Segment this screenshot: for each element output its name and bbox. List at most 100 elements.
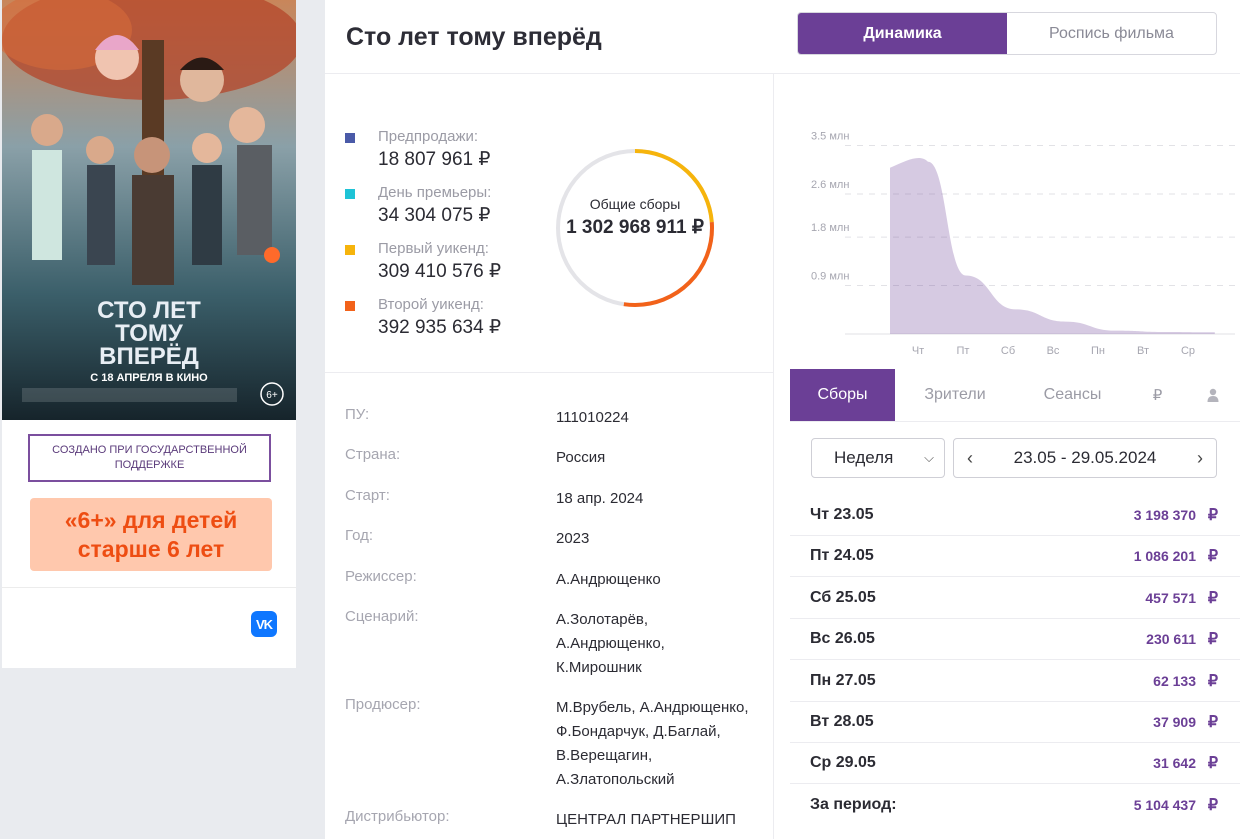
info-value: Россия [556, 449, 606, 466]
donut-center: Общие сборы 1 302 968 911 ₽ [555, 196, 715, 239]
x-tick-label: Вс [1047, 345, 1060, 357]
divider [773, 73, 774, 839]
row-amount: 37 909 [1153, 714, 1196, 730]
legend-swatch [345, 301, 355, 311]
metric-tabs: Сборы Зрители Сеансы ₽ [790, 369, 1240, 422]
legend-swatch [345, 189, 355, 199]
ruble-icon[interactable]: ₽ [1130, 369, 1185, 421]
poster-title-3: ВПЕРЁД [99, 343, 199, 370]
legend-label: Второй уикенд: [378, 296, 484, 313]
y-tick-label: 0.9 млн [811, 271, 849, 283]
legend-value: 309 410 576 ₽ [378, 261, 502, 282]
legend-value: 34 304 075 ₽ [378, 205, 491, 226]
row-amount: 230 611 [1146, 631, 1196, 647]
info-value: 2023 [556, 530, 590, 547]
person-icon[interactable] [1185, 369, 1240, 421]
info-key: Дистрибьютор: [345, 808, 450, 825]
x-tick-label: Ср [1181, 345, 1195, 357]
table-row: Пт 24.05 1 086 201 ₽ [790, 536, 1240, 577]
legend-label: Первый уикенд: [378, 240, 489, 257]
chevron-down-icon: ⌵ [924, 450, 934, 465]
movie-poster[interactable]: СТО ЛЕТ ТОМУ ВПЕРЁД С 18 АПРЕЛЯ В КИНО 6… [2, 0, 296, 420]
tab-sessions[interactable]: Сеансы [1015, 369, 1130, 421]
tab-revenue[interactable]: Сборы [790, 369, 895, 421]
row-day: За период: [810, 796, 897, 813]
row-currency: ₽ [1207, 631, 1218, 648]
legend-swatch [345, 133, 355, 143]
info-key: Режиссер: [345, 568, 417, 585]
main-panel: Сто лет тому вперёд Динамика Роспись фил… [325, 0, 1240, 839]
table-row: Вт 28.05 37 909 ₽ [790, 702, 1240, 743]
table-row: Ср 29.05 31 642 ₽ [790, 743, 1240, 784]
x-tick-label: Пн [1091, 345, 1105, 357]
row-currency: ₽ [1207, 673, 1218, 690]
tab-schedule[interactable]: Роспись фильма [1007, 13, 1216, 54]
period-select-value: Неделя [834, 448, 894, 467]
age-rating-badge: «6+» для детей старше 6 лет [30, 498, 272, 571]
row-amount: 457 571 [1145, 590, 1196, 606]
x-tick-label: Чт [912, 345, 924, 357]
info-value: А.Золотарёв, А.Андрющенко, К.Мирошник [556, 611, 665, 676]
total-label: Общие сборы [589, 196, 681, 212]
row-currency: ₽ [1207, 590, 1218, 607]
period-select[interactable]: Неделя ⌵ [811, 438, 945, 478]
row-day: Пн 27.05 [810, 672, 876, 689]
row-day: Пт 24.05 [810, 547, 874, 564]
row-day: Вт 28.05 [810, 713, 874, 730]
x-tick-label: Вт [1137, 345, 1149, 357]
legend-swatch [345, 245, 355, 255]
legend-value: 18 807 961 ₽ [378, 149, 491, 170]
row-currency: ₽ [1207, 755, 1218, 772]
chevron-right-icon[interactable]: › [1184, 439, 1216, 477]
info-key: Продюсер: [345, 696, 421, 713]
page-title: Сто лет тому вперёд [346, 23, 602, 51]
poster-release: С 18 АПРЕЛЯ В КИНО [90, 372, 208, 384]
divider [2, 587, 296, 588]
info-key: Сценарий: [345, 608, 419, 625]
table-row: Пн 27.05 62 133 ₽ [790, 661, 1240, 702]
vk-icon[interactable]: VK [251, 611, 277, 637]
state-support-badge: СОЗДАНО ПРИ ГОСУДАРСТВЕННОЙ ПОДДЕРЖКЕ [28, 434, 271, 482]
info-key: ПУ: [345, 406, 370, 423]
date-range-picker: ‹ 23.05 - 29.05.2024 › [953, 438, 1217, 478]
x-tick-label: Пт [957, 345, 970, 357]
revenue-area [890, 158, 1215, 334]
divider [325, 372, 773, 373]
row-amount: 3 198 370 [1133, 507, 1196, 523]
info-value: А.Андрющенко [556, 571, 661, 588]
total-value: 1 302 968 911 ₽ [566, 217, 704, 238]
tab-viewers[interactable]: Зрители [895, 369, 1015, 421]
divider [325, 73, 1240, 74]
row-currency: ₽ [1207, 714, 1218, 731]
info-key: Старт: [345, 487, 390, 504]
y-tick-label: 2.6 млн [811, 179, 849, 191]
row-amount: 31 642 [1153, 755, 1196, 771]
row-day: Вс 26.05 [810, 630, 875, 647]
row-currency: ₽ [1207, 507, 1218, 524]
table-row: Вс 26.05 230 611 ₽ [790, 619, 1240, 660]
legend-label: Предпродажи: [378, 128, 479, 145]
info-key: Год: [345, 527, 374, 544]
y-tick-label: 1.8 млн [811, 222, 849, 234]
info-value: 18 апр. 2024 [556, 490, 644, 507]
info-value: 111010224 [556, 409, 629, 426]
table-row: Чт 23.05 3 198 370 ₽ [790, 495, 1240, 536]
left-panel: СТО ЛЕТ ТОМУ ВПЕРЁД С 18 АПРЕЛЯ В КИНО 6… [2, 0, 296, 668]
x-tick-label: Сб [1001, 345, 1015, 357]
tab-dynamics[interactable]: Динамика [798, 13, 1007, 54]
row-currency: ₽ [1207, 797, 1218, 814]
date-range: 23.05 - 29.05.2024 [1013, 448, 1157, 467]
chevron-left-icon[interactable]: ‹ [954, 439, 986, 477]
table-total-row: За период: 5 104 437 ₽ [790, 785, 1240, 826]
view-tabs: Динамика Роспись фильма [797, 12, 1217, 55]
poster-age: 6+ [266, 390, 278, 401]
y-tick-label: 3.5 млн [811, 131, 849, 143]
legend-label: День премьеры: [378, 184, 492, 201]
row-currency: ₽ [1207, 548, 1218, 565]
info-value: М.Врубель, А.Андрющенко, Ф.Бондарчук, Д.… [556, 699, 749, 788]
row-day: Ср 29.05 [810, 754, 876, 771]
info-value: ЦЕНТРАЛ ПАРТНЕРШИП [556, 811, 736, 828]
info-key: Страна: [345, 446, 401, 463]
legend-value: 392 935 634 ₽ [378, 317, 502, 338]
row-amount: 5 104 437 [1133, 797, 1196, 813]
